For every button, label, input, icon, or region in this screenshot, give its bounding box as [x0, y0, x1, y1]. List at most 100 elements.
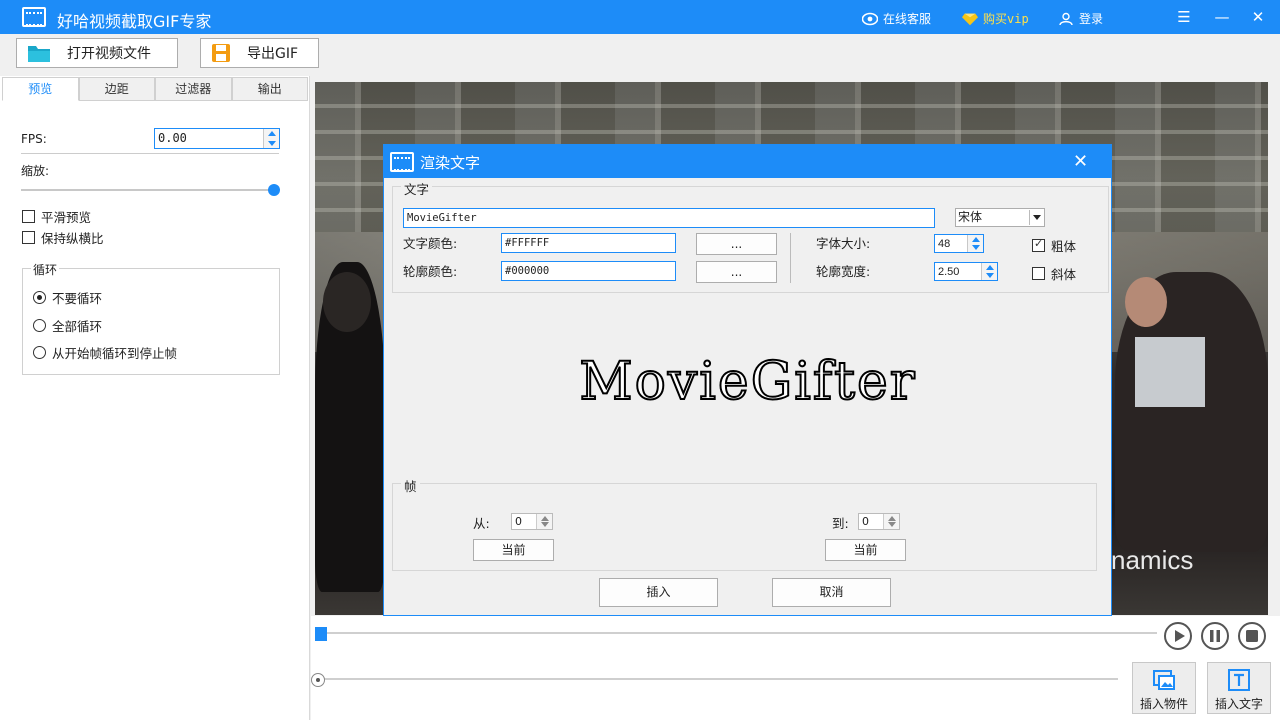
radio-button[interactable] — [33, 319, 46, 332]
save-icon — [212, 44, 230, 62]
export-gif-label: 导出GIF — [247, 46, 299, 62]
loop-group: 循环 不要循环 全部循环 从开始帧循环到停止帧 — [22, 261, 280, 375]
render-text-dialog: 渲染文字 ✕ 文字 MovieGifter 宋体 文字颜色: #FFFFFF .… — [383, 144, 1112, 616]
text-color-input[interactable]: #FFFFFF — [501, 233, 676, 253]
buy-vip-label: 购买vip — [983, 12, 1029, 26]
frame-group-title: 帧 — [401, 476, 420, 495]
play-icon — [1175, 630, 1185, 642]
online-service-link[interactable]: 在线客服 — [862, 10, 931, 27]
loop-option-none[interactable]: 不要循环 — [33, 288, 102, 307]
secondary-slider-thumb[interactable] — [311, 673, 325, 687]
outline-width-spinner[interactable] — [981, 263, 997, 280]
to-current-button[interactable]: 当前 — [825, 539, 906, 561]
checkbox-box[interactable] — [1032, 267, 1045, 280]
outline-color-picker-button[interactable]: ... — [696, 261, 777, 283]
insert-button[interactable]: 插入 — [599, 578, 718, 607]
radio-button[interactable] — [33, 291, 46, 304]
divider — [21, 153, 279, 154]
fps-label: FPS: — [21, 132, 47, 146]
text-icon — [1228, 669, 1250, 691]
play-button[interactable] — [1164, 622, 1192, 650]
menu-icon[interactable]: ☰ — [1176, 9, 1192, 25]
toolbar: 打开视频文件 导出GIF — [0, 34, 1280, 74]
bold-label: 粗体 — [1051, 239, 1077, 254]
from-frame-value: 0 — [515, 515, 522, 528]
from-frame-spinner[interactable] — [536, 514, 552, 529]
font-select-value: 宋体 — [958, 210, 983, 224]
online-service-label: 在线客服 — [883, 12, 932, 26]
dialog-title-bar: 渲染文字 ✕ — [384, 145, 1111, 178]
cancel-button[interactable]: 取消 — [772, 578, 891, 607]
export-gif-button[interactable]: 导出GIF — [200, 38, 319, 68]
smooth-preview-checkbox[interactable]: 平滑预览 — [22, 207, 91, 226]
open-video-button[interactable]: 打开视频文件 — [16, 38, 178, 68]
video-monitor — [1135, 337, 1205, 407]
outline-width-label: 轮廓宽度: — [816, 264, 871, 279]
checkbox-box[interactable] — [1032, 237, 1045, 252]
tab-output[interactable]: 输出 — [231, 77, 308, 101]
diamond-icon — [962, 13, 978, 25]
text-color-picker-button[interactable]: ... — [696, 233, 777, 255]
pause-icon — [1210, 630, 1220, 642]
timeline-thumb[interactable] — [315, 627, 327, 641]
dialog-title: 渲染文字 — [420, 154, 481, 172]
folder-icon — [28, 46, 50, 62]
checkbox-box[interactable] — [22, 231, 35, 244]
outline-width-value: 2.50 — [938, 266, 960, 278]
login-link[interactable]: 登录 — [1058, 10, 1103, 27]
insert-object-button[interactable]: 插入物件 — [1132, 662, 1196, 714]
scale-slider-track[interactable] — [21, 189, 276, 191]
checkbox-box[interactable] — [22, 210, 35, 223]
loop-option-label: 不要循环 — [52, 291, 103, 306]
outline-color-input[interactable]: #000000 — [501, 261, 676, 281]
tab-margin[interactable]: 边距 — [78, 77, 155, 101]
italic-checkbox[interactable]: 斜体 — [1032, 264, 1076, 283]
stop-button[interactable] — [1238, 622, 1266, 650]
loop-group-title: 循环 — [31, 261, 60, 278]
text-input[interactable]: MovieGifter — [403, 208, 935, 228]
secondary-slider-track[interactable] — [320, 678, 1118, 680]
login-label: 登录 — [1079, 12, 1104, 26]
loop-option-label: 全部循环 — [52, 319, 103, 334]
radio-button[interactable] — [33, 346, 46, 359]
insert-text-button[interactable]: 插入文字 — [1207, 662, 1271, 714]
font-size-input[interactable]: 48 — [934, 234, 984, 253]
font-select[interactable]: 宋体 — [955, 208, 1045, 227]
tab-preview[interactable]: 预览 — [2, 77, 79, 101]
video-overlay-text: namics — [1111, 545, 1194, 575]
fps-value: 0.00 — [158, 131, 187, 145]
dialog-close-icon[interactable]: ✕ — [1073, 151, 1088, 172]
loop-option-range[interactable]: 从开始帧循环到停止帧 — [33, 343, 177, 362]
outline-width-input[interactable]: 2.50 — [934, 262, 998, 281]
from-frame-input[interactable]: 0 — [511, 513, 553, 530]
left-panel: 预览 边距 过滤器 输出 FPS: 0.00 缩放: 平滑预览 保持纵横比 循环… — [0, 76, 310, 720]
to-frame-value: 0 — [862, 515, 869, 528]
font-size-spinner[interactable] — [967, 235, 983, 252]
to-frame-spinner[interactable] — [883, 514, 899, 529]
text-color-label: 文字颜色: — [403, 236, 458, 251]
close-icon[interactable]: ✕ — [1250, 9, 1266, 25]
outline-color-label: 轮廓颜色: — [403, 264, 458, 279]
loop-option-all[interactable]: 全部循环 — [33, 316, 102, 335]
bold-checkbox[interactable]: 粗体 — [1032, 236, 1076, 255]
to-frame-input[interactable]: 0 — [858, 513, 900, 530]
loop-option-label: 从开始帧循环到停止帧 — [52, 346, 178, 361]
app-title: 好哈视频截取GIF专家 — [57, 12, 212, 31]
vertical-divider — [790, 233, 791, 283]
buy-vip-link[interactable]: 购买vip — [962, 10, 1029, 27]
minimize-icon[interactable]: — — [1214, 9, 1230, 25]
from-current-button[interactable]: 当前 — [473, 539, 554, 561]
scale-label: 缩放: — [21, 164, 50, 178]
fps-spinner[interactable] — [263, 129, 279, 148]
chevron-down-icon[interactable] — [1029, 210, 1043, 225]
text-preview-area: MovieGifter — [392, 300, 1104, 475]
text-group-title: 文字 — [401, 179, 433, 198]
scale-slider-thumb[interactable] — [268, 184, 280, 196]
eye-icon — [862, 12, 878, 25]
timeline-track[interactable] — [320, 632, 1157, 634]
tab-filter[interactable]: 过滤器 — [155, 77, 232, 101]
fps-input[interactable]: 0.00 — [154, 128, 280, 149]
insert-object-label: 插入物件 — [1139, 697, 1188, 711]
pause-button[interactable] — [1201, 622, 1229, 650]
keep-ratio-checkbox[interactable]: 保持纵横比 — [22, 228, 104, 247]
